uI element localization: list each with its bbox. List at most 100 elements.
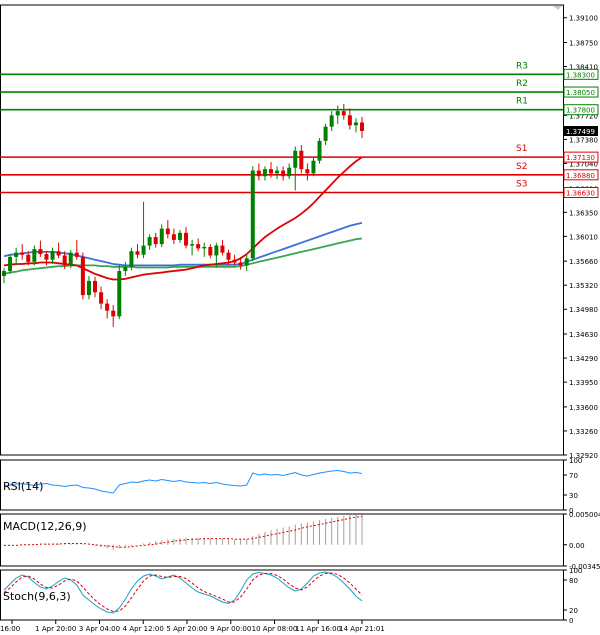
time-tick-label: 3 Apr 04:00 xyxy=(79,625,120,633)
time-tick-label: 5 Apr 20:00 xyxy=(166,625,207,633)
level-name-s2: S2 xyxy=(516,162,527,172)
candle-body xyxy=(268,169,273,174)
rsi-tick-label: 70 xyxy=(569,472,578,480)
price-tick-label: 1.34980 xyxy=(569,306,598,314)
price-tick-label: 1.33950 xyxy=(569,379,598,387)
candle-body xyxy=(208,246,213,256)
candle-body xyxy=(196,244,201,249)
candle-body xyxy=(287,167,292,177)
macd-tick-label: 0.00 xyxy=(569,542,585,550)
time-tick-label: 16:00 xyxy=(0,625,20,633)
candle-body xyxy=(74,252,79,257)
candle-body xyxy=(171,234,176,240)
candle-body xyxy=(275,170,280,174)
price-tick-label: 1.39100 xyxy=(569,15,598,23)
stoch-tick-label: 0 xyxy=(569,617,573,625)
time-tick-label: 11 Apr 16:00 xyxy=(295,625,341,633)
time-tick-label: 9 Apr 00:00 xyxy=(210,625,251,633)
candle-body xyxy=(305,169,310,174)
candle-body xyxy=(93,280,98,293)
candle-body xyxy=(177,232,182,240)
price-tick-label: 1.37380 xyxy=(569,136,598,144)
candle-body xyxy=(341,111,346,116)
candle-body xyxy=(214,245,219,256)
candle-body xyxy=(2,271,6,276)
candle-body xyxy=(256,170,261,177)
candle-body xyxy=(244,258,249,266)
level-price-label: 1.37800 xyxy=(566,107,595,115)
price-tick-label: 1.35660 xyxy=(569,258,598,266)
candle-body xyxy=(262,169,267,177)
level-price-label: 1.38050 xyxy=(566,89,595,97)
level-price-label: 1.37130 xyxy=(566,154,595,162)
candle-body xyxy=(347,115,352,126)
candle-body xyxy=(238,262,243,266)
candle-body xyxy=(165,228,170,235)
price-tick-label: 1.33260 xyxy=(569,428,598,436)
candle-body xyxy=(62,255,67,266)
level-name-s1: S1 xyxy=(516,144,527,154)
candle-body xyxy=(311,160,316,174)
candle-body xyxy=(232,259,237,263)
candle-body xyxy=(111,310,116,317)
candle-body xyxy=(129,251,134,267)
time-tick-label: 14 Apr 21:01 xyxy=(339,625,385,633)
candle-body xyxy=(226,252,231,260)
candle-body xyxy=(323,126,328,141)
chart-background xyxy=(0,0,600,635)
candle-body xyxy=(159,228,164,245)
time-tick-label: 10 Apr 08:00 xyxy=(252,625,298,633)
candle-body xyxy=(353,122,358,126)
candle-body xyxy=(250,170,255,259)
candle-body xyxy=(147,237,152,246)
chart-canvas: 1.391001.387501.384101.377201.373801.370… xyxy=(0,0,600,635)
price-tick-label: 1.35320 xyxy=(569,282,598,290)
price-tick-label: 1.36010 xyxy=(569,233,598,241)
stoch-label: Stoch(9,6,3) xyxy=(3,590,71,603)
candle-body xyxy=(220,245,225,253)
price-tick-label: 1.34290 xyxy=(569,355,598,363)
candle-body xyxy=(117,271,122,317)
candle-body xyxy=(335,111,340,116)
candle-body xyxy=(86,280,91,296)
rsi-tick-label: 100 xyxy=(569,457,582,465)
rsi-tick-label: 30 xyxy=(569,492,578,500)
candle-body xyxy=(360,122,364,131)
candle-body xyxy=(299,150,304,170)
price-tick-label: 1.33600 xyxy=(569,404,598,412)
candle-body xyxy=(190,244,195,246)
stoch-tick-label: 20 xyxy=(569,607,578,615)
candle-body xyxy=(105,303,110,311)
level-name-r2: R2 xyxy=(516,79,528,89)
stoch-tick-label: 80 xyxy=(569,577,578,585)
candle-body xyxy=(68,252,73,266)
candle-body xyxy=(99,292,104,304)
time-tick-label: 4 Apr 12:00 xyxy=(123,625,164,633)
candle-body xyxy=(80,256,85,296)
level-price-label: 1.36630 xyxy=(566,190,595,198)
candle-body xyxy=(141,245,146,255)
candle-body xyxy=(26,254,31,262)
level-name-r3: R3 xyxy=(516,61,528,71)
candle-body xyxy=(32,249,37,262)
price-tick-label: 1.34630 xyxy=(569,331,598,339)
time-tick-label: 1 Apr 20:00 xyxy=(35,625,76,633)
candle-body xyxy=(38,249,43,255)
candle-body xyxy=(135,251,140,255)
candle-body xyxy=(184,232,189,246)
current-price-label: 1.37499 xyxy=(566,128,595,136)
candle-body xyxy=(329,115,334,127)
macd-tick-label: 0.005004 xyxy=(569,511,600,519)
candle-body xyxy=(317,140,322,161)
candle-body xyxy=(8,256,13,272)
stoch-tick-label: 100 xyxy=(569,567,582,575)
candle-body xyxy=(50,251,55,260)
candle-body xyxy=(202,246,207,249)
level-price-label: 1.38300 xyxy=(566,71,595,79)
candle-body xyxy=(20,252,25,255)
candle-body xyxy=(123,266,128,272)
candle-body xyxy=(293,150,298,168)
level-name-r1: R1 xyxy=(516,97,528,107)
price-tick-label: 1.36350 xyxy=(569,209,598,217)
rsi-label: RSI(14) xyxy=(3,480,43,493)
